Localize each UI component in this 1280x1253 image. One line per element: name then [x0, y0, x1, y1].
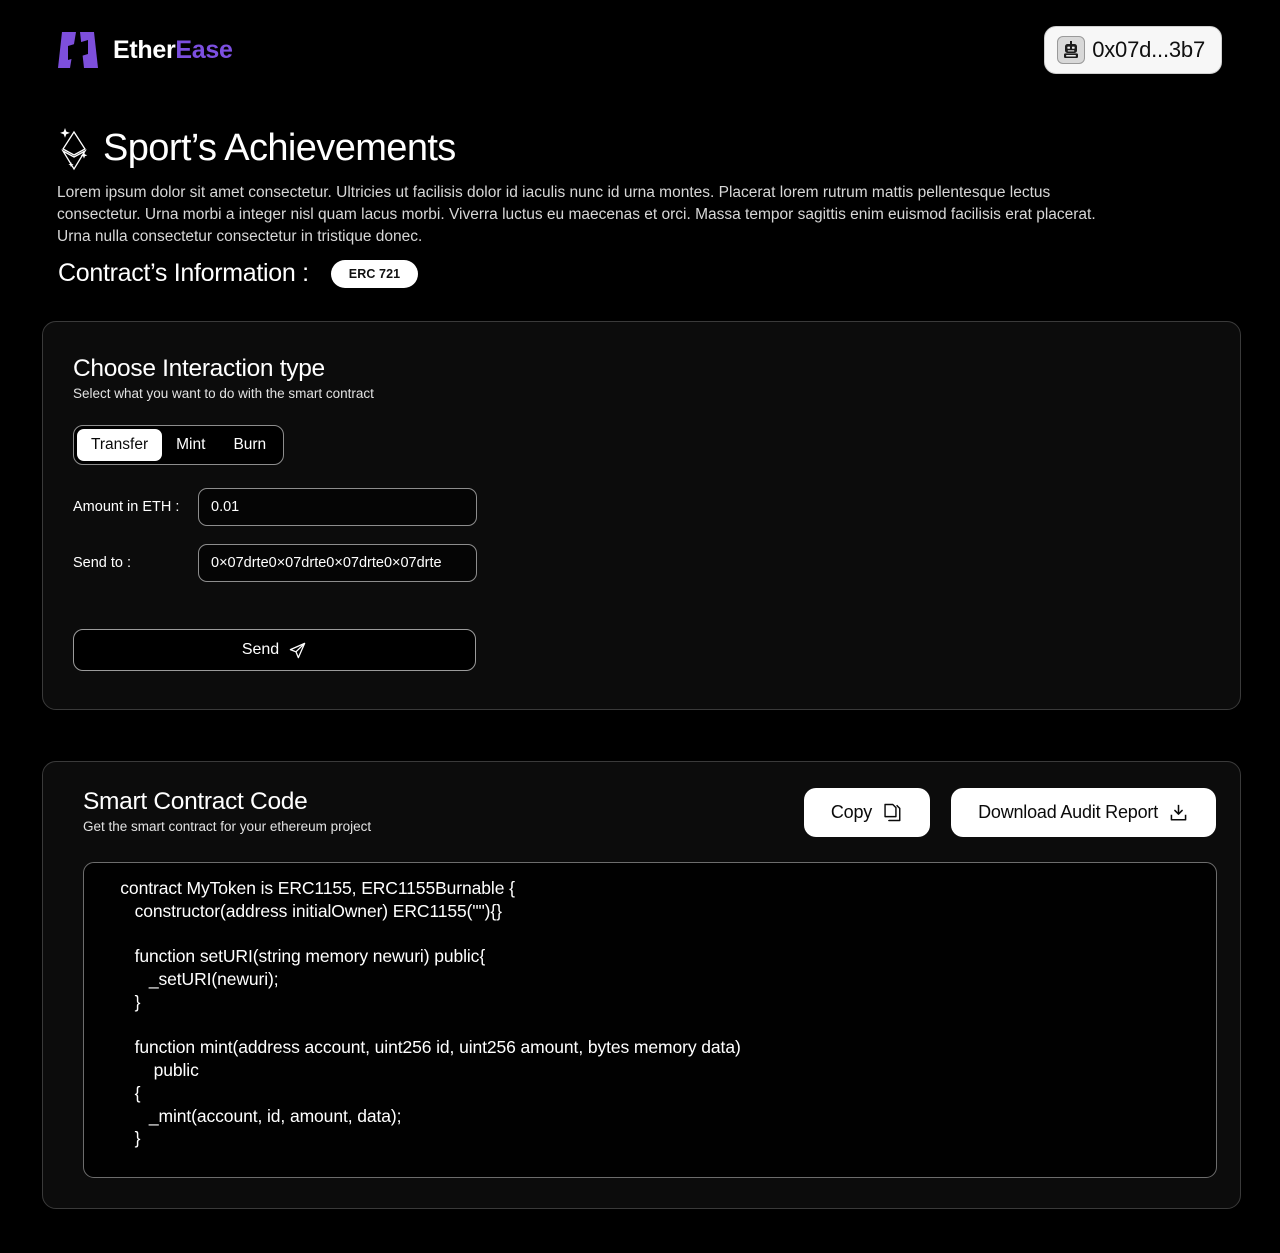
send-to-field-label: Send to :: [73, 555, 132, 571]
brand-name-secondary: Ease: [175, 35, 233, 64]
amount-field-row: Amount in ETH :: [73, 488, 477, 526]
interaction-card: Choose Interaction type Select what you …: [42, 321, 1241, 710]
contract-information-header: Contract’s Information : ERC 721: [58, 259, 419, 288]
send-to-field-row: Send to :: [73, 544, 477, 582]
smart-contract-header: Smart Contract Code Get the smart contra…: [83, 788, 371, 834]
download-button-label: Download Audit Report: [978, 802, 1158, 822]
smart-contract-code-text: contract MyToken is ERC1155, ERC1155Burn…: [120, 878, 741, 1149]
smart-contract-code-block[interactable]: contract MyToken is ERC1155, ERC1155Burn…: [83, 862, 1217, 1178]
hero-section: Sport’s Achievements Lorem ipsum dolor s…: [57, 126, 1223, 248]
copy-button-label: Copy: [830, 802, 873, 822]
send-button[interactable]: Send: [73, 629, 476, 671]
robot-avatar-icon: [1057, 36, 1086, 64]
wallet-address-label: 0x07d...3b7: [1092, 37, 1205, 62]
copy-icon: [882, 802, 903, 823]
interaction-card-header: Choose Interaction type Select what you …: [73, 355, 374, 401]
page-title: Sport’s Achievements: [103, 127, 456, 170]
tab-transfer[interactable]: Transfer: [77, 429, 163, 461]
amount-input[interactable]: [198, 488, 477, 526]
amount-field-label: Amount in ETH :: [73, 499, 180, 515]
smart-contract-subtitle: Get the smart contract for your ethereum…: [83, 819, 372, 834]
ethereum-diamond-sparkle-icon: [57, 126, 91, 172]
brand-name-primary: Ether: [113, 35, 176, 64]
send-button-label: Send: [241, 641, 280, 658]
app-root: EtherEase 0x07d...3b7 Sport’s Achievemen…: [0, 0, 1280, 1253]
smart-contract-title: Smart Contract Code: [83, 788, 308, 815]
send-to-input[interactable]: [198, 544, 477, 582]
tab-burn[interactable]: Burn: [219, 429, 280, 461]
brand-name: EtherEase: [113, 36, 233, 65]
download-audit-report-button[interactable]: Download Audit Report: [951, 788, 1216, 837]
smart-contract-code-card: Smart Contract Code Get the smart contra…: [42, 761, 1241, 1209]
copy-button[interactable]: Copy: [803, 788, 931, 837]
wallet-address-button[interactable]: 0x07d...3b7: [1044, 26, 1222, 74]
contract-information-title: Contract’s Information :: [58, 259, 309, 287]
ether-ease-logo-icon: [58, 26, 102, 74]
page-title-row: Sport’s Achievements: [57, 126, 1223, 172]
app-header: EtherEase 0x07d...3b7: [0, 0, 1280, 100]
interaction-type-segmented-control: Transfer Mint Burn: [73, 425, 285, 465]
interaction-card-subtitle: Select what you want to do with the smar…: [73, 386, 374, 401]
tab-mint[interactable]: Mint: [162, 429, 219, 461]
page-description: Lorem ipsum dolor sit amet consectetur. …: [57, 184, 1096, 245]
smart-contract-actions: Copy Download Audit Report: [803, 788, 1216, 837]
interaction-card-title: Choose Interaction type: [73, 355, 325, 382]
paper-plane-icon: [288, 641, 307, 660]
download-icon: [1168, 802, 1189, 823]
erc-standard-badge: ERC 721: [330, 259, 419, 288]
brand[interactable]: EtherEase: [58, 26, 233, 74]
